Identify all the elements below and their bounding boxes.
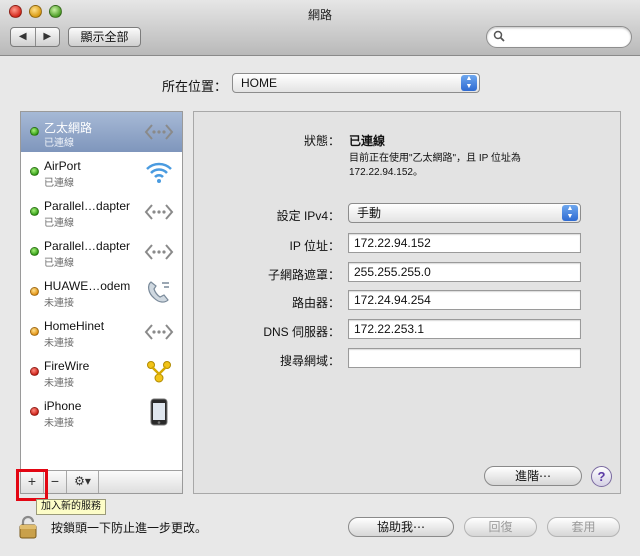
dns-server-label: DNS 伺服器： (263, 325, 340, 339)
service-name: iPhone (44, 399, 82, 413)
back-button[interactable]: ◀ (11, 28, 35, 46)
status-dot-green (30, 167, 39, 176)
status-description-line-2: 172.22.94.152。 (349, 167, 423, 178)
assist-me-button[interactable]: 協助我⋯ (348, 517, 454, 537)
iphone-icon (144, 398, 174, 426)
service-name: HUAWE…odem (44, 279, 131, 293)
subnet-mask-field[interactable]: 255.255.255.0 (348, 262, 581, 282)
location-value: HOME (241, 76, 277, 90)
ethernet-icon (144, 198, 174, 226)
search-input[interactable] (509, 29, 624, 45)
router-field[interactable]: 172.24.94.254 (348, 290, 581, 310)
remove-service-button[interactable]: − (44, 471, 67, 493)
search-domain-field[interactable] (348, 348, 581, 368)
router-label: 路由器： (291, 296, 340, 310)
service-status: 已連線 (44, 178, 74, 189)
service-name: Parallel…dapter (44, 199, 131, 213)
service-name: FireWire (44, 359, 90, 373)
service-row[interactable]: AirPort 已連線 (21, 152, 182, 192)
search-domain-label: 搜尋網域： (279, 354, 340, 368)
help-button[interactable]: ? (591, 466, 612, 487)
status-label: 狀態： (303, 134, 340, 148)
window-titlebar: 網路 ◀ ▶ 顯示全部 (0, 0, 640, 56)
lock-instruction-text: 按鎖頭一下防止進一步更改。 (51, 521, 208, 535)
ipv4-value: 手動 (357, 206, 382, 220)
service-status: 已連線 (44, 138, 74, 149)
wifi-icon (144, 158, 174, 186)
window-title: 網路 (307, 8, 332, 22)
service-list-toolbar: + − ⚙▾ (21, 470, 182, 493)
subnet-mask-label: 子網路遮罩： (267, 268, 340, 282)
ip-address-field[interactable]: 172.22.94.152 (348, 233, 581, 253)
service-status: 未連接 (44, 418, 74, 429)
ethernet-icon (144, 238, 174, 266)
status-dot-yellow (30, 327, 39, 336)
dns-server-field[interactable]: 172.22.253.1 (348, 319, 581, 339)
forward-button[interactable]: ▶ (34, 28, 60, 46)
status-dot-green (30, 127, 39, 136)
service-status: 未連接 (44, 298, 74, 309)
status-dot-green (30, 207, 39, 216)
show-all-button[interactable]: 顯示全部 (68, 27, 141, 47)
status-description: 目前正在使用"乙太網路"，且 IP 位址為 172.22.94.152。 (349, 152, 569, 180)
service-row[interactable]: Parallel…dapter 已連線 (21, 192, 182, 232)
ipv4-configure-popup[interactable]: 手動 ▲ ▼ (348, 203, 581, 223)
ip-address-label: IP 位址： (289, 239, 340, 253)
status-dot-green (30, 247, 39, 256)
service-row[interactable]: Parallel…dapter 已連線 (21, 232, 182, 272)
location-popup[interactable]: HOME ▲ ▼ (232, 73, 480, 93)
status-dot-yellow (30, 287, 39, 296)
status-value: 已連線 (349, 134, 386, 148)
phone-modem-icon (144, 278, 174, 306)
search-field[interactable] (486, 26, 632, 48)
ethernet-icon (144, 318, 174, 346)
service-row[interactable]: iPhone 未連接 (21, 392, 182, 432)
revert-button[interactable]: 回復 (464, 517, 537, 537)
service-status: 已連線 (44, 218, 74, 229)
service-row[interactable]: FireWire 未連接 (21, 352, 182, 392)
location-label: 所在位置： (162, 79, 228, 94)
apply-button[interactable]: 套用 (547, 517, 620, 537)
popup-arrows-icon: ▲ ▼ (461, 75, 477, 91)
status-description-line-1: 目前正在使用"乙太網路"，且 IP 位址為 (349, 153, 521, 164)
service-list-panel: 乙太網路 已連線 AirPort 已連線 Parallel…dapter 已連線 Paral… (20, 111, 183, 494)
status-dot-red (30, 407, 39, 416)
service-status: 已連線 (44, 258, 74, 269)
ipv4-label: 設定 IPv4： (276, 209, 340, 223)
advanced-button[interactable]: 進階⋯ (484, 466, 582, 486)
service-name: AirPort (44, 159, 81, 173)
popup-arrows-icon: ▲ ▼ (562, 205, 578, 221)
gear-menu-button[interactable]: ⚙▾ (67, 471, 99, 493)
add-service-tooltip: 加入新的服務 (36, 499, 106, 515)
service-row[interactable]: 乙太網路 已連線 (21, 112, 182, 152)
ethernet-icon (144, 118, 174, 146)
service-status: 未連接 (44, 378, 74, 389)
search-icon (493, 30, 505, 45)
service-name: Parallel…dapter (44, 239, 131, 253)
back-forward-control: ◀ ▶ (10, 27, 60, 47)
status-dot-red (30, 367, 39, 376)
firewire-icon (144, 358, 174, 386)
add-service-button[interactable]: + (21, 471, 44, 493)
service-name: HomeHinet (44, 319, 105, 333)
service-status: 未連接 (44, 338, 74, 349)
service-row[interactable]: HUAWE…odem 未連接 (21, 272, 182, 312)
lock-icon[interactable] (18, 515, 38, 539)
service-list[interactable]: 乙太網路 已連線 AirPort 已連線 Parallel…dapter 已連線 Paral… (21, 112, 182, 470)
service-row[interactable]: HomeHinet 未連接 (21, 312, 182, 352)
